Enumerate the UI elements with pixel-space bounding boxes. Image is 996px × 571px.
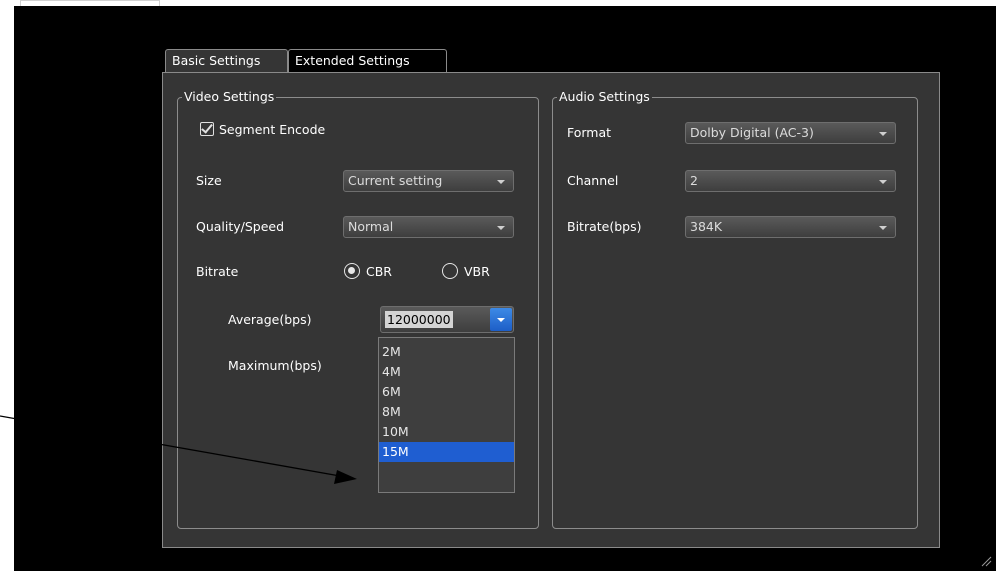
audio-channel-select-value: 2 (690, 173, 698, 188)
tab-basic-settings[interactable]: Basic Settings (165, 49, 288, 72)
audio-settings-title: Audio Settings (557, 89, 652, 105)
quality-speed-select-value: Normal (348, 219, 394, 234)
average-bps-dropdown-list: 2M 4M 6M 8M 10M 15M (378, 337, 515, 493)
cbr-label: CBR (366, 264, 392, 279)
segment-encode-checkbox[interactable] (200, 121, 214, 136)
vbr-radio[interactable] (442, 263, 458, 279)
video-settings-title: Video Settings (182, 89, 277, 105)
quality-speed-label: Quality/Speed (196, 219, 285, 234)
tab-basic-settings-label: Basic Settings (172, 53, 261, 68)
average-bps-dropdown-button[interactable] (490, 308, 512, 331)
dropdown-option[interactable]: 2M (379, 342, 514, 362)
size-select-value: Current setting (348, 173, 443, 188)
cbr-radio[interactable] (344, 263, 360, 279)
chevron-down-icon (497, 318, 505, 322)
audio-format-select[interactable]: Dolby Digital (AC-3) (685, 122, 896, 144)
audio-bitrate-select[interactable]: 384K (685, 216, 896, 238)
chevron-down-icon (879, 132, 887, 136)
dropdown-option[interactable]: 10M (379, 422, 514, 442)
checkmark-icon (201, 121, 213, 134)
chevron-down-icon (497, 180, 505, 184)
tab-extended-settings-label: Extended Settings (295, 53, 410, 68)
audio-bitrate-label: Bitrate(bps) (567, 219, 642, 234)
resize-grip-icon[interactable] (980, 555, 992, 567)
chevron-down-icon (497, 226, 505, 230)
size-select[interactable]: Current setting (343, 170, 514, 192)
radio-selected-dot (348, 267, 355, 274)
dropdown-option[interactable]: 4M (379, 362, 514, 382)
audio-settings-group: Audio Settings (552, 89, 918, 529)
audio-channel-select[interactable]: 2 (685, 170, 896, 192)
dropdown-option[interactable]: 8M (379, 402, 514, 422)
chevron-down-icon (879, 180, 887, 184)
audio-bitrate-select-value: 384K (690, 219, 723, 234)
chevron-down-icon (879, 226, 887, 230)
average-bps-input[interactable]: 12000000 (385, 311, 453, 328)
bitrate-label: Bitrate (196, 264, 239, 279)
average-bps-label: Average(bps) (228, 312, 312, 327)
dropdown-option[interactable]: 6M (379, 382, 514, 402)
segment-encode-label: Segment Encode (219, 122, 326, 137)
audio-channel-label: Channel (567, 173, 619, 188)
audio-format-label: Format (567, 125, 612, 140)
quality-speed-select[interactable]: Normal (343, 216, 514, 238)
tab-extended-settings[interactable]: Extended Settings (288, 49, 447, 72)
vbr-label: VBR (464, 264, 490, 279)
average-bps-combo[interactable]: 12000000 (380, 306, 514, 333)
dropdown-option-highlighted[interactable]: 15M (379, 442, 514, 462)
size-label: Size (196, 173, 222, 188)
audio-format-select-value: Dolby Digital (AC-3) (690, 125, 814, 140)
maximum-bps-label: Maximum(bps) (228, 358, 322, 373)
